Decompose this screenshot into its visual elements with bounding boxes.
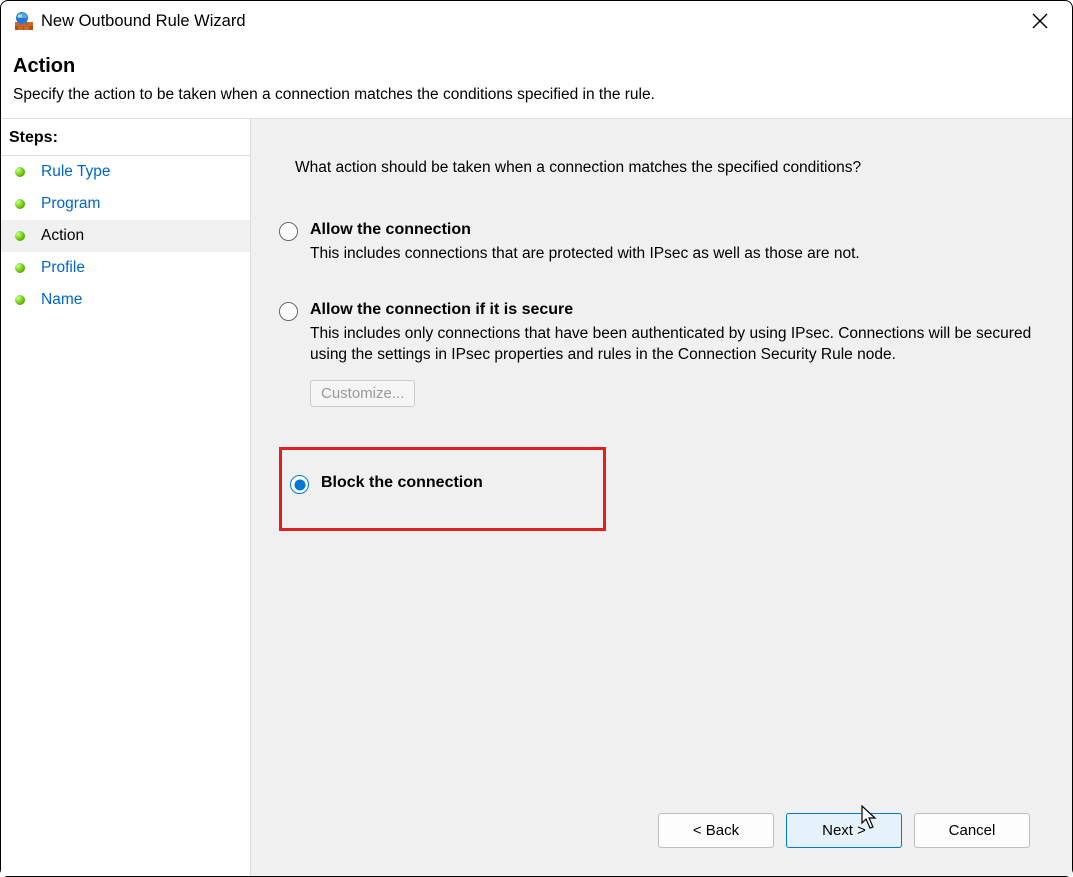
step-link[interactable]: Action	[41, 227, 84, 245]
close-button[interactable]	[1016, 4, 1064, 38]
content-pane: What action should be taken when a conne…	[251, 119, 1072, 876]
button-row: < Back Next > Cancel	[279, 805, 1034, 862]
firewall-icon	[15, 12, 33, 30]
option-block[interactable]: Block the connection	[279, 447, 606, 531]
customize-button: Customize...	[310, 380, 415, 407]
close-icon	[1032, 13, 1048, 29]
radio-icon[interactable]	[279, 222, 298, 241]
option-title: Allow the connection if it is secure	[310, 301, 1034, 319]
back-button[interactable]: < Back	[658, 813, 774, 848]
option-allow[interactable]: Allow the connection This includes conne…	[279, 215, 1034, 271]
step-action[interactable]: Action	[1, 220, 250, 252]
option-title: Allow the connection	[310, 221, 1034, 239]
step-rule-type[interactable]: Rule Type	[1, 156, 250, 188]
option-body: Allow the connection if it is secure Thi…	[310, 301, 1034, 407]
page-subtitle: Specify the action to be taken when a co…	[13, 86, 1060, 104]
option-desc: This includes connections that are prote…	[310, 243, 1034, 265]
bullet-icon	[15, 263, 25, 273]
step-name[interactable]: Name	[1, 284, 250, 316]
bullet-icon	[15, 199, 25, 209]
step-link[interactable]: Rule Type	[41, 163, 111, 181]
step-link[interactable]: Profile	[41, 259, 85, 277]
bullet-icon	[15, 167, 25, 177]
steps-heading: Steps:	[1, 119, 250, 156]
bullet-icon	[15, 231, 25, 241]
titlebar: New Outbound Rule Wizard	[1, 1, 1072, 41]
option-allow-secure[interactable]: Allow the connection if it is secure Thi…	[279, 295, 1034, 413]
option-body: Block the connection	[321, 474, 483, 492]
steps-list: Rule Type Program Action Profile Name	[1, 156, 250, 316]
steps-sidebar: Steps: Rule Type Program Action Profile	[1, 119, 251, 876]
page-title: Action	[13, 55, 1060, 78]
step-program[interactable]: Program	[1, 188, 250, 220]
step-profile[interactable]: Profile	[1, 252, 250, 284]
step-link[interactable]: Program	[41, 195, 100, 213]
wizard-body: Steps: Rule Type Program Action Profile	[1, 119, 1072, 876]
bullet-icon	[15, 295, 25, 305]
radio-icon[interactable]	[290, 475, 309, 494]
radio-icon[interactable]	[279, 302, 298, 321]
option-title: Block the connection	[321, 474, 483, 492]
cancel-button[interactable]: Cancel	[914, 813, 1030, 848]
next-button[interactable]: Next >	[786, 813, 902, 848]
option-desc: This includes only connections that have…	[310, 323, 1034, 366]
window-title: New Outbound Rule Wizard	[41, 12, 246, 31]
action-prompt: What action should be taken when a conne…	[295, 159, 1034, 177]
wizard-header: Action Specify the action to be taken wh…	[1, 41, 1072, 119]
action-options: Allow the connection This includes conne…	[279, 215, 1034, 555]
step-link[interactable]: Name	[41, 291, 82, 309]
option-body: Allow the connection This includes conne…	[310, 221, 1034, 265]
wizard-window: New Outbound Rule Wizard Action Specify …	[0, 0, 1073, 877]
